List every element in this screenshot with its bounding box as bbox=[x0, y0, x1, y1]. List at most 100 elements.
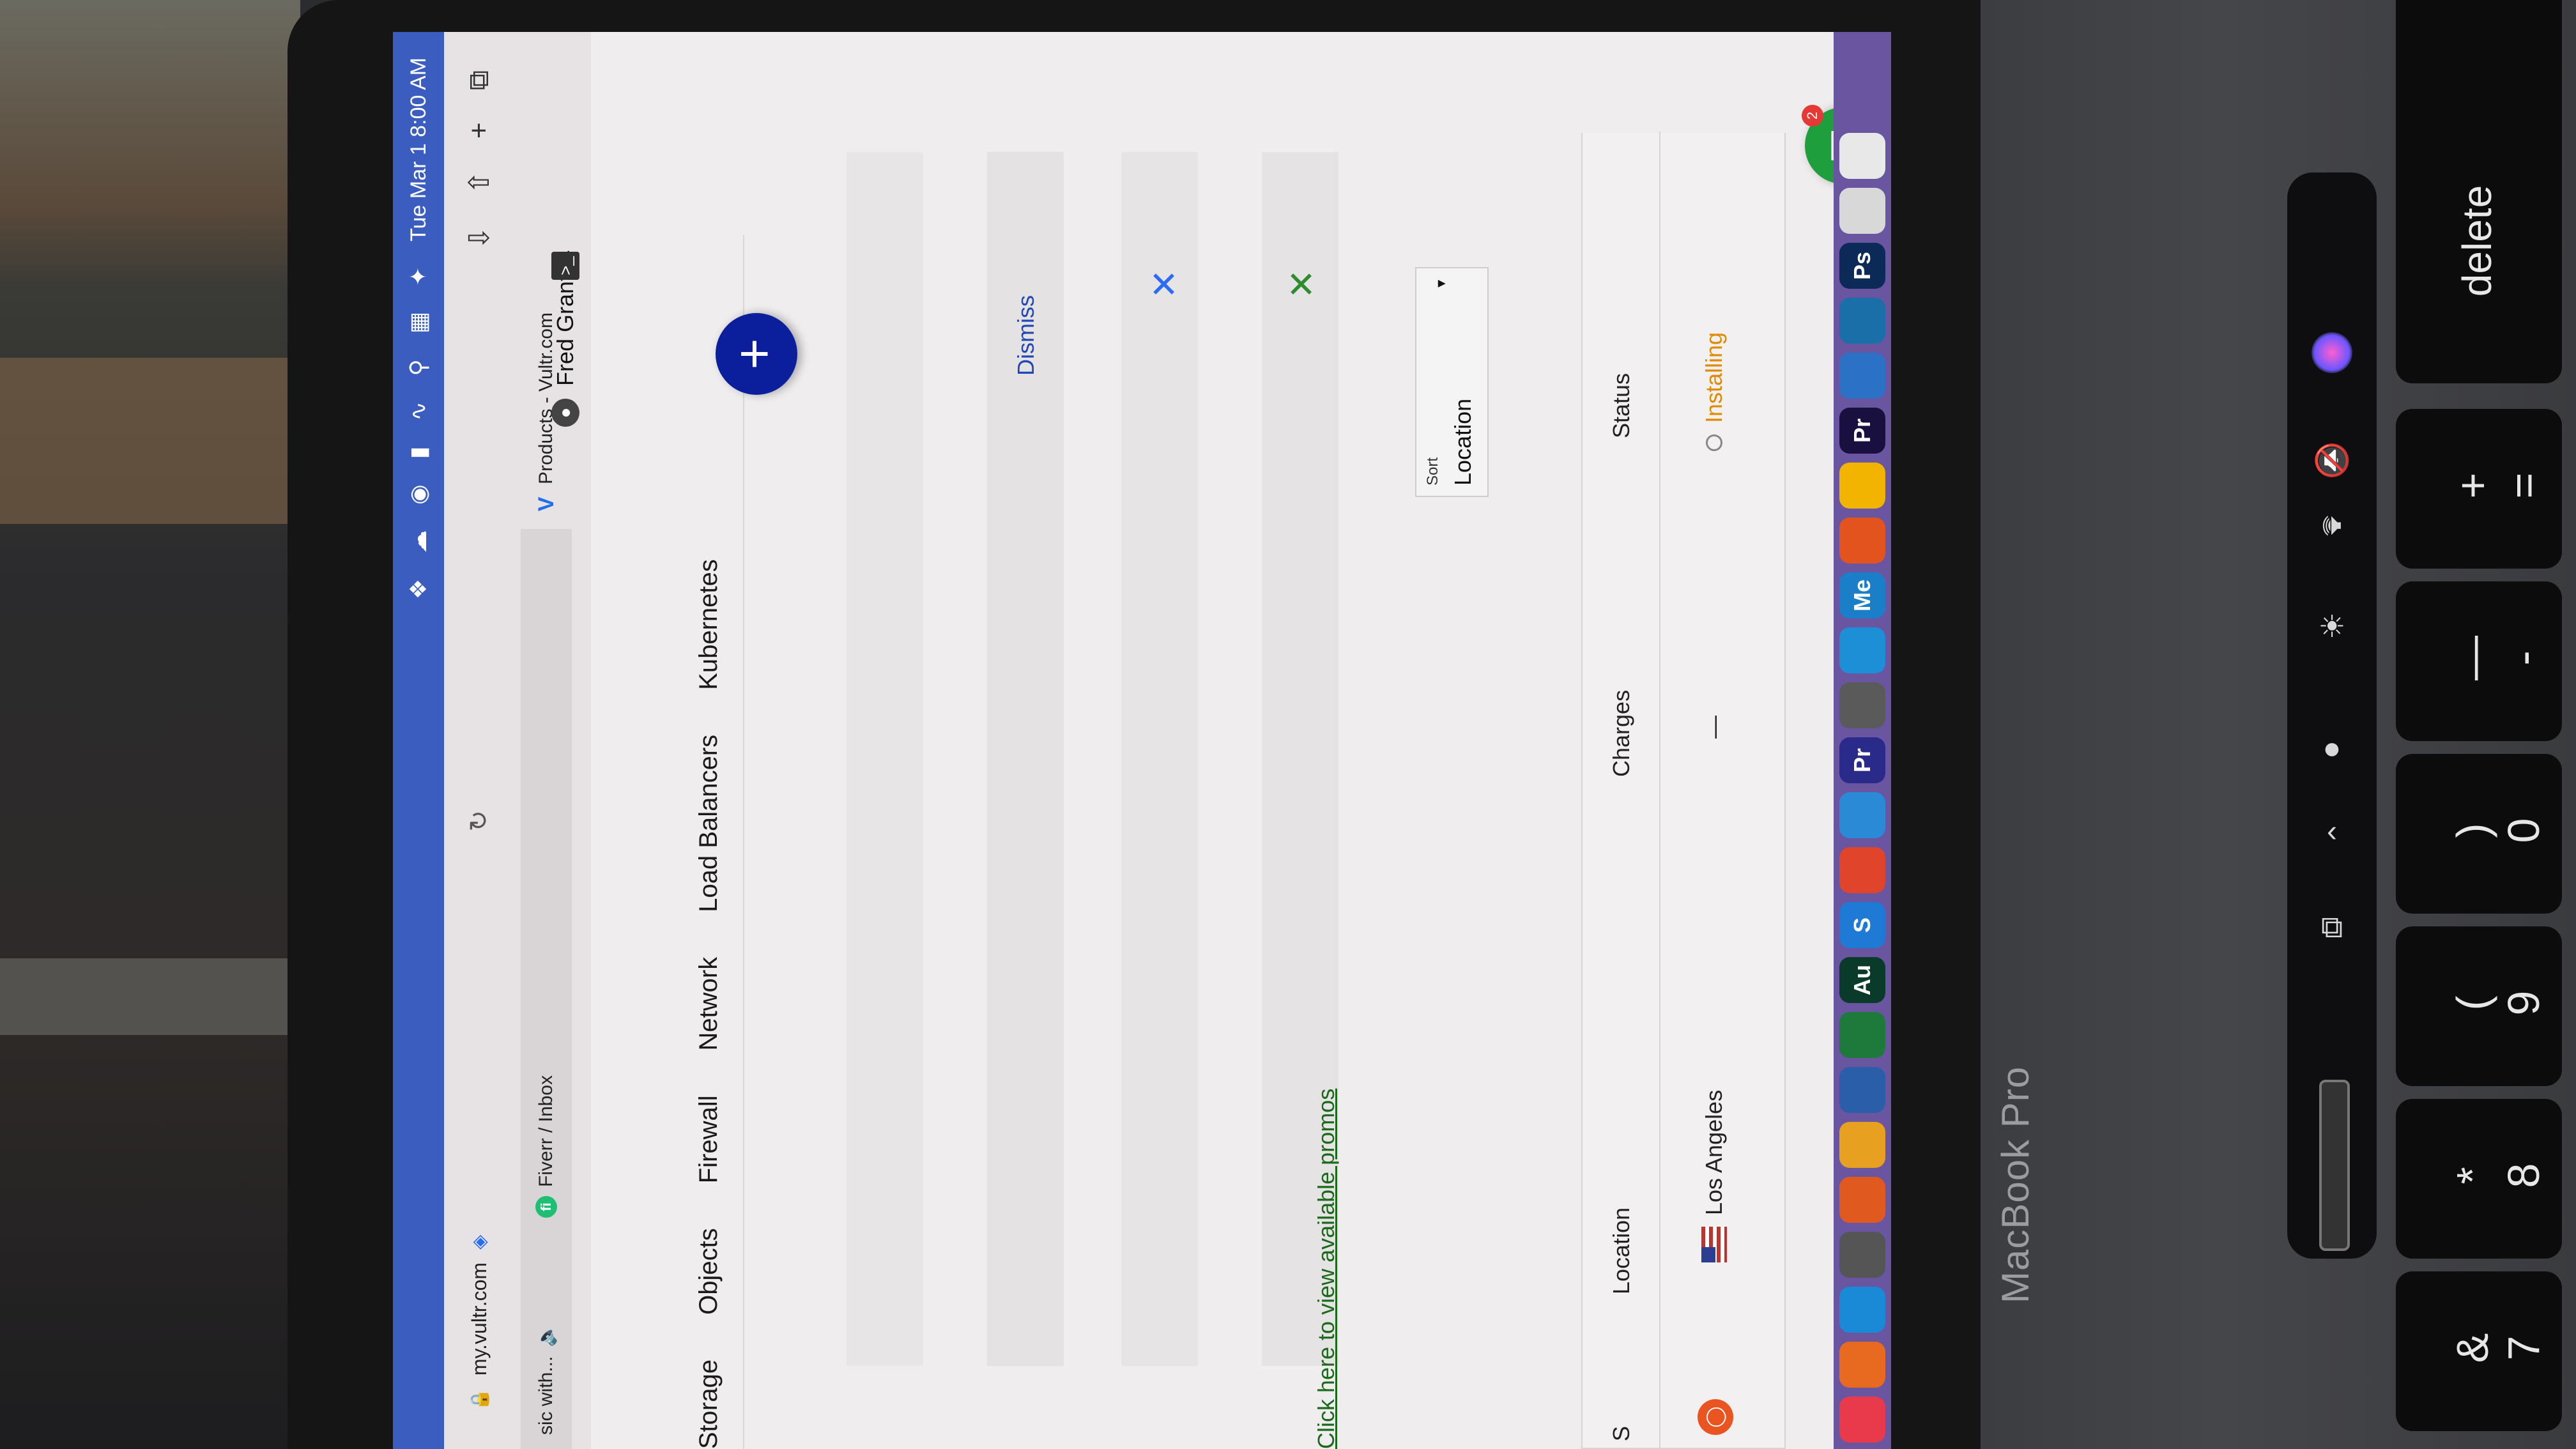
control-center-icon[interactable]: ▦ bbox=[405, 312, 432, 334]
touch-bar[interactable]: 🔇 🕪 ☀ ● ‹ ⧉ bbox=[2287, 172, 2377, 1259]
user-avatar: ● bbox=[551, 399, 579, 427]
nav-storage[interactable]: Storage bbox=[694, 1360, 723, 1449]
key-minus[interactable]: — - bbox=[2396, 581, 2562, 741]
dock-app-icon[interactable]: Au bbox=[1839, 957, 1885, 1003]
dock-app-icon[interactable] bbox=[1839, 1287, 1885, 1333]
share-icon[interactable]: ⇧ bbox=[463, 171, 496, 194]
url-text[interactable]: my.vultr.com bbox=[468, 1262, 491, 1376]
console-icon[interactable]: >_ bbox=[551, 252, 579, 280]
nav-load-balancers[interactable]: Load Balancers bbox=[694, 735, 723, 912]
screen-record-icon[interactable]: ◉ bbox=[405, 484, 432, 504]
dock-app-icon[interactable] bbox=[1839, 1122, 1885, 1168]
key-9[interactable]: ( 9 bbox=[2396, 926, 2562, 1086]
dock: Au S Pr Me Pr Ps bbox=[1834, 32, 1891, 1449]
siri-icon[interactable] bbox=[2312, 332, 2352, 373]
close-icon[interactable]: ✕ bbox=[1281, 269, 1323, 299]
dock-app-icon[interactable] bbox=[1839, 1342, 1885, 1388]
macbook-label: MacBook Pro bbox=[1994, 1066, 2037, 1303]
desk-shelf-lower bbox=[0, 958, 300, 1035]
volume-icon[interactable]: 🕪 bbox=[2312, 505, 2352, 546]
tab-label: Fiverr / Inbox bbox=[535, 1075, 556, 1187]
dock-app-icon[interactable] bbox=[1839, 353, 1885, 399]
key-8[interactable]: * 8 bbox=[2396, 1099, 2562, 1259]
user-menu[interactable]: ● Fred Grant ⌄ >_ bbox=[540, 247, 591, 427]
tab-bar: sic with... 🔈 fi Fiverr / Inbox V Produc… bbox=[514, 32, 578, 1449]
key-7[interactable]: & 7 bbox=[2396, 1271, 2562, 1431]
dock-app-icon[interactable]: Me bbox=[1839, 572, 1885, 618]
dock-app-icon[interactable] bbox=[1839, 1232, 1885, 1278]
dock-app-icon[interactable] bbox=[1839, 133, 1885, 179]
laptop-screen: ❖ ☁ ◉ ▮ ∿ ⚲ ▦ ✦ Tue Mar 1 8:00 AM 🔒 my.v… bbox=[393, 32, 1891, 1449]
nav-firewall[interactable]: Firewall bbox=[694, 1095, 723, 1183]
dock-app-icon[interactable] bbox=[1839, 298, 1885, 344]
column-header-status[interactable]: Status bbox=[1608, 373, 1635, 438]
new-tab-icon[interactable]: + bbox=[463, 122, 495, 139]
deploy-plus-button[interactable]: + bbox=[716, 313, 797, 395]
status-text: Installing bbox=[1701, 332, 1727, 423]
download-icon[interactable]: ⇩ bbox=[463, 226, 496, 250]
dock-app-icon[interactable] bbox=[1839, 792, 1885, 838]
close-icon[interactable]: ✕ bbox=[1144, 269, 1186, 299]
tab-overview-icon[interactable]: ⧉ bbox=[463, 70, 495, 90]
notice-banner bbox=[847, 152, 923, 1366]
menu-bar-clock[interactable]: Tue Mar 1 8:00 AM bbox=[406, 57, 431, 241]
dock-app-icon[interactable] bbox=[1839, 847, 1885, 893]
dock-app-icon[interactable]: Pr bbox=[1839, 408, 1885, 454]
dock-app-icon[interactable]: Pr bbox=[1839, 737, 1885, 783]
key-secondary: * bbox=[2448, 1167, 2497, 1184]
dock-app-icon[interactable]: Ps bbox=[1839, 243, 1885, 289]
mute-icon[interactable]: 🔇 bbox=[2312, 441, 2352, 482]
brave-shield-icon[interactable]: ◈ bbox=[468, 1235, 491, 1250]
address-bar[interactable]: 🔒 my.vultr.com ◈ ↻ bbox=[457, 810, 502, 1449]
dock-app-icon[interactable] bbox=[1839, 627, 1885, 673]
dock-app-icon[interactable] bbox=[1839, 188, 1885, 234]
nav-network[interactable]: Network bbox=[694, 957, 723, 1051]
tab-label: sic with... bbox=[535, 1356, 556, 1435]
touch-bar-slider[interactable] bbox=[2319, 1080, 2350, 1251]
dropbox-icon[interactable]: ❖ bbox=[405, 579, 432, 599]
creative-cloud-icon[interactable]: ☁ bbox=[405, 530, 432, 553]
dock-app-icon[interactable] bbox=[1839, 1067, 1885, 1113]
battery-icon[interactable]: ▮ bbox=[405, 447, 432, 459]
wifi-icon[interactable]: ∿ bbox=[405, 401, 432, 420]
key-secondary: + bbox=[2448, 472, 2497, 499]
dock-app-icon[interactable]: S bbox=[1839, 902, 1885, 948]
browser-chrome: 🔒 my.vultr.com ◈ ↻ ⇩ ⇧ + ⧉ sic with... 🔈… bbox=[444, 32, 592, 1449]
nav-objects[interactable]: Objects bbox=[694, 1228, 723, 1315]
siri-button-icon[interactable]: ● bbox=[2312, 728, 2352, 769]
dock-app-icon[interactable] bbox=[1839, 1397, 1885, 1443]
browser-actions: ⇩ ⇧ + ⧉ bbox=[457, 70, 502, 250]
delete-key[interactable]: delete bbox=[2396, 0, 2562, 383]
column-header-location[interactable]: Location bbox=[1608, 1208, 1635, 1294]
delete-key-label: delete bbox=[2454, 185, 2501, 297]
fiverr-icon: fi bbox=[535, 1196, 557, 1218]
key-secondary: & bbox=[2448, 1333, 2497, 1363]
chevron-icon[interactable]: ‹ bbox=[2312, 811, 2352, 852]
nav-kubernetes[interactable]: Kubernetes bbox=[694, 559, 723, 690]
sort-select[interactable]: Sort Location ▾ bbox=[1415, 267, 1489, 497]
tab-music[interactable]: sic with... 🔈 bbox=[521, 1232, 572, 1449]
dismiss-button[interactable]: Dismiss bbox=[1013, 295, 1039, 376]
chat-badge: 2 bbox=[1802, 105, 1823, 126]
search-icon[interactable]: ⚲ bbox=[405, 359, 432, 376]
speaker-icon: 🔈 bbox=[535, 1323, 557, 1347]
reload-icon[interactable]: ↻ bbox=[464, 810, 494, 832]
dock-app-icon[interactable] bbox=[1839, 1012, 1885, 1058]
key-equals[interactable]: + = bbox=[2396, 409, 2562, 569]
siri-icon[interactable]: ✦ bbox=[405, 267, 432, 286]
tab-fiverr[interactable]: fi Fiverr / Inbox bbox=[521, 529, 572, 1232]
key-primary: 7 bbox=[2499, 1335, 2549, 1361]
dock-app-icon[interactable] bbox=[1839, 1177, 1885, 1223]
table-cell-status: Installing bbox=[1701, 332, 1728, 451]
dock-app-icon[interactable] bbox=[1839, 463, 1885, 509]
promo-link[interactable]: Click here to view available promos bbox=[1313, 1089, 1340, 1449]
key-0[interactable]: ) 0 bbox=[2396, 754, 2562, 914]
dock-app-icon[interactable] bbox=[1839, 682, 1885, 728]
screenshot-icon[interactable]: ⧉ bbox=[2312, 907, 2352, 948]
instances-table: S Location Charges Status ◯ Los Angeles … bbox=[1581, 132, 1786, 1449]
dock-app-icon[interactable] bbox=[1839, 518, 1885, 564]
key-primary: 9 bbox=[2499, 990, 2549, 1016]
column-header-charges[interactable]: Charges bbox=[1608, 690, 1635, 777]
brightness-icon[interactable]: ☀ bbox=[2312, 607, 2352, 648]
vultr-icon: V bbox=[534, 496, 558, 512]
